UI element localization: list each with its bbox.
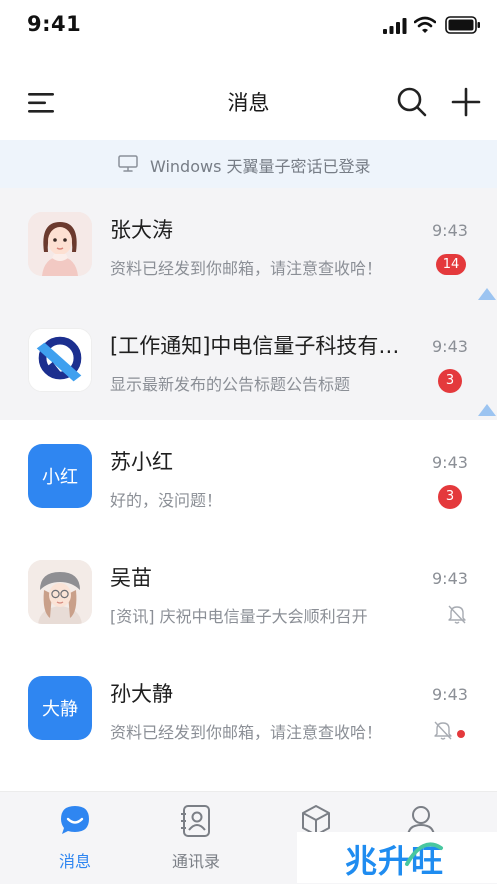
chat-preview: 资料已经发到你邮箱，请注意查收哈！ [110, 259, 383, 278]
girl-avatar-icon [28, 560, 92, 624]
tab-label: 消息 [58, 852, 91, 871]
tab-contacts[interactable]: 通讯录 [151, 802, 241, 874]
chat-item-zhang-datao[interactable]: 张大涛 资料已经发到你邮箱，请注意查收哈！ 9:43 14 [0, 188, 497, 304]
woman-avatar-icon [28, 212, 92, 276]
status-bar: 9:41 [0, 0, 497, 56]
pinned-marker-icon [478, 404, 496, 416]
status-time: 9:41 [27, 12, 82, 36]
chat-item-su-xiaohong[interactable]: 小红 苏小红 好的，没问题！ 9:43 3 [0, 420, 497, 536]
device-login-banner[interactable]: Windows 天翼量子密话已登录 [0, 140, 497, 188]
chat-time: 9:43 [432, 337, 468, 356]
add-icon[interactable] [450, 86, 482, 118]
banner-text: Windows 天翼量子密话已登录 [150, 157, 371, 176]
unread-badge: 3 [438, 369, 462, 393]
avatar: 大静 [28, 676, 92, 740]
chat-name: [工作通知]中电信量子科技有限公司 [110, 334, 420, 358]
monitor-icon [118, 155, 138, 172]
company-logo-icon [29, 329, 91, 391]
mute-bell-icon [448, 605, 466, 624]
battery-icon [445, 16, 480, 34]
chat-preview: 好的，没问题！ [110, 491, 223, 510]
avatar [28, 328, 92, 392]
wifi-icon [414, 16, 436, 33]
chat-bubble-icon [61, 806, 89, 834]
chat-name: 张大涛 [110, 218, 173, 242]
unread-badge: 3 [438, 485, 462, 509]
chat-item-work-notice[interactable]: [工作通知]中电信量子科技有限公司 显示最新发布的公告标题公告标题 9:43 3 [0, 304, 497, 420]
cellular-signal-icon [383, 18, 407, 34]
contacts-icon [181, 805, 210, 837]
unread-dot [457, 730, 465, 738]
chat-name: 孙大静 [110, 682, 173, 706]
unread-badge: 14 [436, 254, 466, 275]
nav-bar: 消息 [0, 70, 497, 134]
chat-item-sun-dajing[interactable]: 大静 孙大静 资料已经发到你邮箱，请注意查收哈！ 9:43 [0, 652, 497, 768]
tab-messages[interactable]: 消息 [30, 802, 120, 874]
pinned-marker-icon [478, 288, 496, 300]
chat-name: 吴苗 [110, 566, 152, 590]
chat-preview: 资料已经发到你邮箱，请注意查收哈！ [110, 723, 383, 742]
chat-time: 9:43 [432, 221, 468, 240]
avatar [28, 212, 92, 276]
avatar: 小红 [28, 444, 92, 508]
mute-bell-icon [434, 721, 452, 740]
watermark-decoration-icon [405, 842, 443, 866]
tab-label: 通讯录 [171, 852, 220, 871]
chat-preview: [资讯] 庆祝中电信量子大会顺利召开 [110, 607, 368, 626]
chat-preview: 显示最新发布的公告标题公告标题 [110, 375, 351, 394]
chat-time: 9:43 [432, 685, 468, 704]
chat-time: 9:43 [432, 453, 468, 472]
chat-name: 苏小红 [110, 450, 173, 474]
watermark: 兆升旺 [297, 832, 497, 883]
chat-item-wu-miao[interactable]: 吴苗 [资讯] 庆祝中电信量子大会顺利召开 9:43 [0, 536, 497, 652]
chat-time: 9:43 [432, 569, 468, 588]
avatar [28, 560, 92, 624]
search-icon[interactable] [396, 86, 428, 118]
